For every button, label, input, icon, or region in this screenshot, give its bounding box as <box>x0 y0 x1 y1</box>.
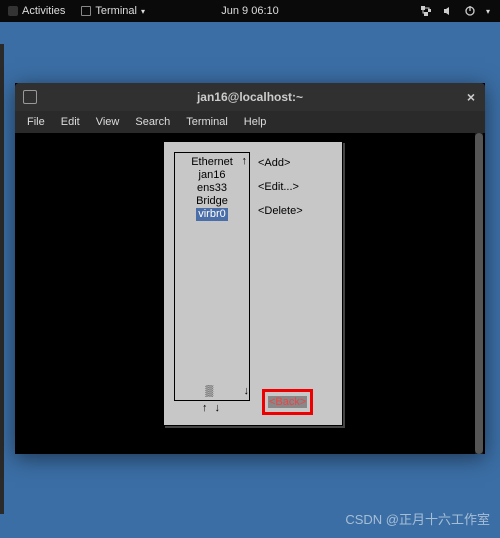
window-titlebar[interactable]: jan16@localhost:~ × <box>15 83 485 111</box>
volume-icon[interactable] <box>442 5 454 17</box>
activities-icon <box>8 6 18 16</box>
nmtui-dialog: ↑ Ethernet jan16 ens33 Bridge virbr0 ▒↓ … <box>163 141 343 426</box>
menu-terminal[interactable]: Terminal <box>178 116 236 128</box>
delete-button[interactable]: <Delete> <box>258 203 303 219</box>
chevron-down-icon: ▾ <box>486 7 490 16</box>
scroll-indicator: ▒↓ <box>175 385 249 398</box>
back-button[interactable]: <Back> <box>268 396 307 408</box>
list-item-ens33[interactable]: ens33 <box>175 182 249 195</box>
list-item-jan16[interactable]: jan16 <box>175 169 249 182</box>
scrollbar[interactable] <box>475 133 483 454</box>
window-title: jan16@localhost:~ <box>197 90 303 104</box>
list-group-bridge: Bridge <box>175 195 249 208</box>
edit-button[interactable]: <Edit...> <box>258 179 299 195</box>
connection-list[interactable]: ↑ Ethernet jan16 ens33 Bridge virbr0 ▒↓ <box>174 152 250 401</box>
back-highlight-box: <Back> <box>262 389 313 415</box>
chevron-down-icon: ▾ <box>141 7 145 16</box>
add-button[interactable]: <Add> <box>258 155 290 171</box>
menu-edit[interactable]: Edit <box>53 116 88 128</box>
terminal-window: jan16@localhost:~ × File Edit View Searc… <box>15 83 485 454</box>
clock[interactable]: Jun 9 06:10 <box>221 5 279 17</box>
terminal-window-icon <box>23 90 37 104</box>
gnome-top-bar: Activities Terminal ▾ Jun 9 06:10 ▾ <box>0 0 500 22</box>
watermark: CSDN @正月十六工作室 <box>345 509 490 528</box>
menubar: File Edit View Search Terminal Help <box>15 111 485 133</box>
menu-help[interactable]: Help <box>236 116 275 128</box>
list-group-ethernet: Ethernet <box>175 156 249 169</box>
desktop-background: jan16@localhost:~ × File Edit View Searc… <box>0 22 500 538</box>
appmenu-button[interactable]: Terminal <box>95 5 137 17</box>
menu-view[interactable]: View <box>88 116 128 128</box>
close-button[interactable]: × <box>467 89 475 105</box>
terminal-viewport: ↑ Ethernet jan16 ens33 Bridge virbr0 ▒↓ … <box>15 133 485 454</box>
arrow-hints: ↑ ↓ <box>174 401 250 415</box>
list-item-virbr0[interactable]: virbr0 <box>175 208 249 221</box>
scroll-thumb[interactable] <box>475 133 483 454</box>
menu-search[interactable]: Search <box>127 116 178 128</box>
power-icon[interactable] <box>464 5 476 17</box>
terminal-icon <box>81 6 91 16</box>
scroll-up-icon: ↑ <box>242 155 248 168</box>
menu-file[interactable]: File <box>19 116 53 128</box>
network-icon[interactable] <box>420 5 432 17</box>
dock-edge <box>0 44 4 514</box>
activities-button[interactable]: Activities <box>22 5 65 17</box>
